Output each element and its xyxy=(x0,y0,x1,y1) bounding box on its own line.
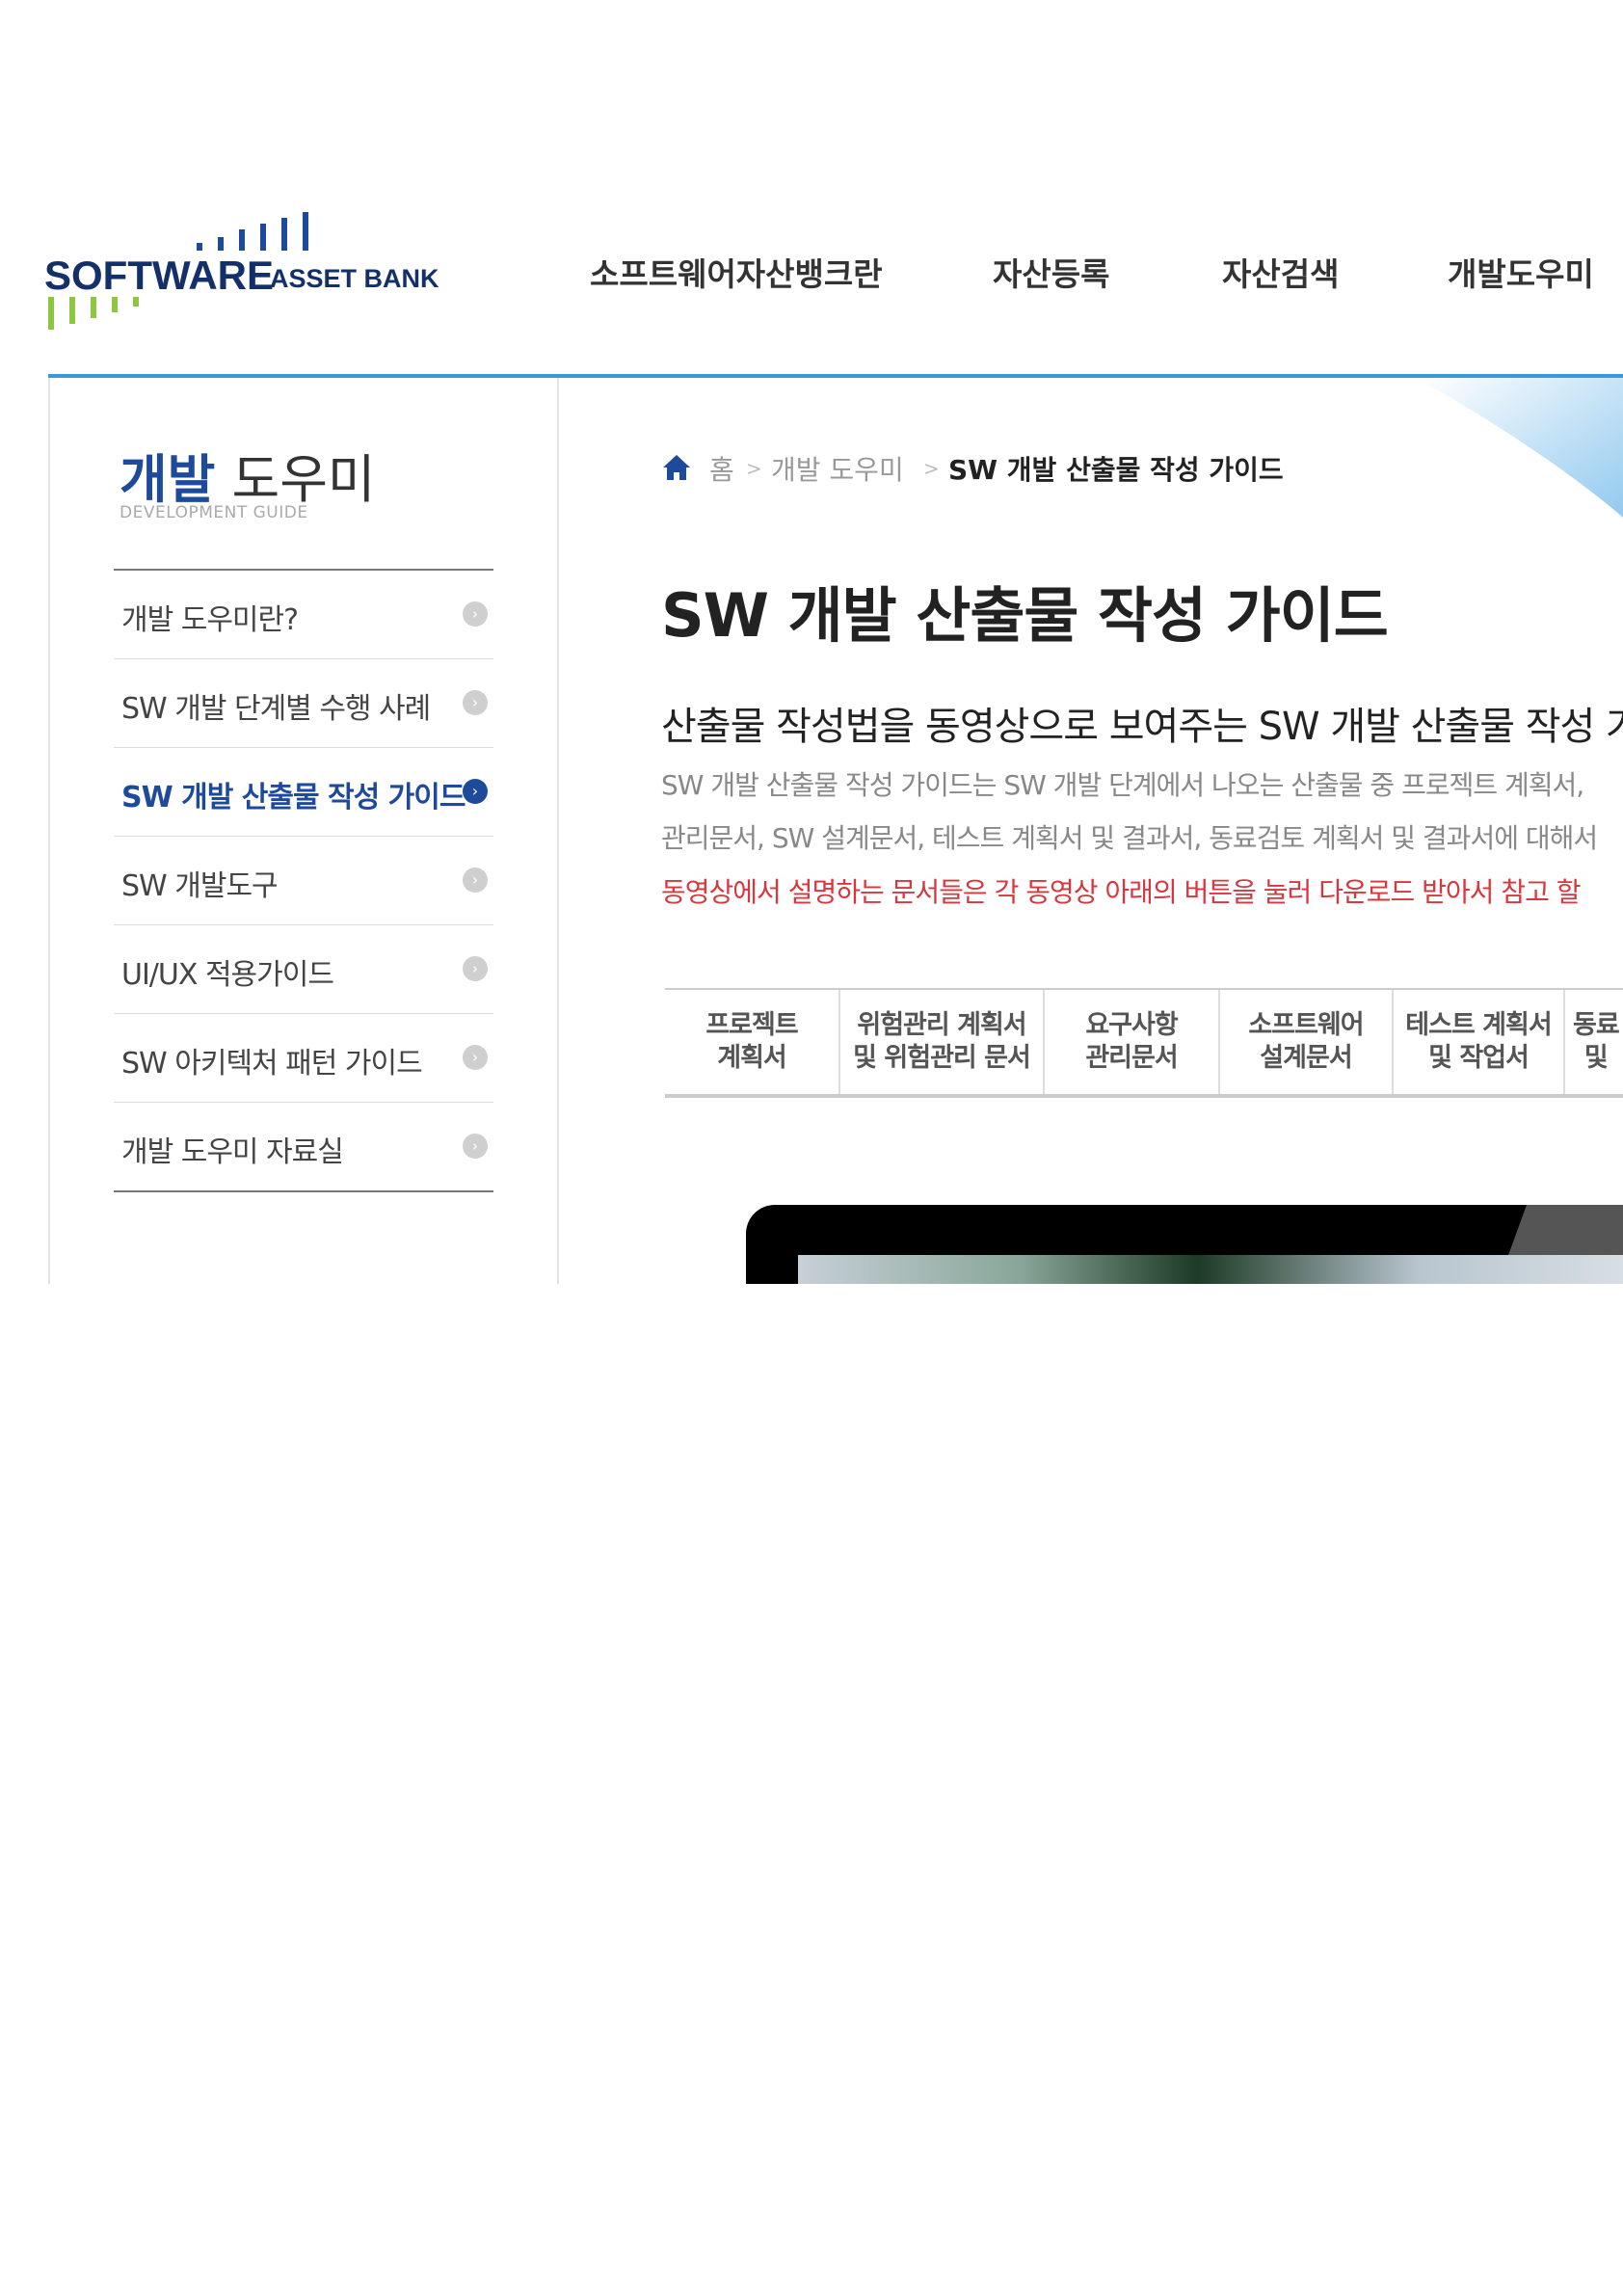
sidebar-title-rest: 도우미 xyxy=(215,449,376,510)
sidebar-menu: 개발 도우미란? › SW 개발 단계별 수행 사례 › SW 개발 산출물 작… xyxy=(114,569,493,1192)
breadcrumb-separator-icon: > xyxy=(923,457,940,480)
sidebar-item-dev-tools[interactable]: SW 개발도구 › xyxy=(114,837,493,925)
breadcrumb-section[interactable]: 개발 도우미 xyxy=(771,449,904,488)
document-tabs: 프로젝트 계획서 위험관리 계획서 및 위험관리 문서 요구사항 관리문서 소프… xyxy=(665,988,1623,1098)
sidebar-item-stage-cases[interactable]: SW 개발 단계별 수행 사례 › xyxy=(114,659,493,748)
tab-test-plan[interactable]: 테스트 계획서 및 작업서 xyxy=(1394,990,1565,1094)
sidebar-item-label: 개발 도우미란? xyxy=(121,603,299,637)
home-icon[interactable] xyxy=(661,453,692,482)
sidebar-item-architecture-guide[interactable]: SW 아키텍처 패턴 가이드 › xyxy=(114,1014,493,1103)
page-viewport: SOFTWARE ASSET BANK 소프트웨어자산뱅크란 자산등록 자산검색… xyxy=(0,0,1623,1284)
tab-requirements[interactable]: 요구사항 관리문서 xyxy=(1045,990,1220,1094)
sidebar-subtitle: DEVELOPMENT GUIDE xyxy=(120,503,308,522)
description-line-2: 관리문서, SW 설계문서, 테스트 계획서 및 결과서, 동료검토 계획서 및… xyxy=(661,822,1598,854)
sidebar-item-about[interactable]: 개발 도우미란? › xyxy=(114,571,493,659)
download-notice: 동영상에서 설명하는 문서들은 각 동영상 아래의 버튼을 눌러 다운로드 받아… xyxy=(661,876,1582,908)
tab-label: 위험관리 계획서 및 위험관리 문서 xyxy=(853,1010,1031,1073)
description-line-1: SW 개발 산출물 작성 가이드는 SW 개발 단계에서 나오는 산출물 중 프… xyxy=(661,769,1584,801)
logo-wordmark: SOFTWARE xyxy=(44,253,274,298)
decorative-swoosh xyxy=(1417,378,1623,518)
gnb-item-about[interactable]: 소프트웨어자산뱅크란 xyxy=(590,249,883,295)
site-logo[interactable]: SOFTWARE ASSET BANK xyxy=(44,212,439,330)
chevron-right-icon: › xyxy=(463,690,488,715)
chevron-right-icon: › xyxy=(463,956,488,981)
gnb-item-search[interactable]: 자산검색 xyxy=(1222,249,1339,295)
tab-label: 소프트웨어 설계문서 xyxy=(1248,1010,1364,1073)
tab-label: 요구사항 관리문서 xyxy=(1085,1010,1178,1073)
tab-label: 프로젝트 계획서 xyxy=(705,1010,798,1073)
sidebar-item-label: SW 아키텍처 패턴 가이드 xyxy=(121,1047,423,1081)
gnb-item-dev-helper[interactable]: 개발도우미 xyxy=(1448,249,1594,295)
tab-software-design[interactable]: 소프트웨어 설계문서 xyxy=(1220,990,1394,1094)
sidebar-title-strong: 개발 xyxy=(120,449,216,510)
tab-peer-review[interactable]: 동료 및 xyxy=(1565,990,1623,1094)
section-heading: 산출물 작성법을 동영상으로 보여주는 SW 개발 산출물 작성 가이 xyxy=(661,705,1623,749)
gnb-item-register[interactable]: 자산등록 xyxy=(993,249,1109,295)
video-player[interactable] xyxy=(746,1205,1623,1284)
tab-project-plan[interactable]: 프로젝트 계획서 xyxy=(665,990,840,1094)
tab-label: 동료 및 xyxy=(1573,1010,1620,1073)
chevron-right-icon: › xyxy=(463,1134,488,1159)
sidebar-item-uiux-guide[interactable]: UI/UX 적용가이드 › xyxy=(114,925,493,1014)
sidebar-item-label: SW 개발 단계별 수행 사례 xyxy=(121,692,431,726)
sidebar-item-library[interactable]: 개발 도우미 자료실 › xyxy=(114,1103,493,1192)
chevron-right-icon: › xyxy=(463,868,488,893)
logo-bars-bottom-icon xyxy=(48,297,139,330)
breadcrumb-current: SW 개발 산출물 작성 가이드 xyxy=(948,454,1284,486)
chevron-right-icon: › xyxy=(463,779,488,804)
sidebar-item-label: SW 개발도구 xyxy=(121,869,279,903)
video-frame-gloss xyxy=(1508,1205,1623,1255)
breadcrumb-separator-icon: > xyxy=(746,457,762,480)
chevron-right-icon: › xyxy=(463,1045,488,1070)
sidebar-title: 개발 도우미 xyxy=(120,437,376,513)
chevron-right-icon: › xyxy=(463,601,488,627)
logo-subtitle: ASSET BANK xyxy=(270,264,439,293)
sidebar-item-label: 개발 도우미 자료실 xyxy=(121,1135,344,1169)
page-title: SW 개발 산출물 작성 가이드 xyxy=(661,580,1389,651)
tab-label: 테스트 계획서 및 작업서 xyxy=(1405,1010,1552,1073)
video-thumbnail xyxy=(798,1255,1623,1284)
sidebar-item-output-guide[interactable]: SW 개발 산출물 작성 가이드 › xyxy=(114,748,493,837)
tab-risk-management[interactable]: 위험관리 계획서 및 위험관리 문서 xyxy=(840,990,1045,1094)
sidebar-item-label: UI/UX 적용가이드 xyxy=(121,958,334,992)
logo-bars-top-icon xyxy=(197,212,308,251)
sidebar-item-label: SW 개발 산출물 작성 가이드 xyxy=(121,781,466,814)
breadcrumb-home[interactable]: 홈 xyxy=(709,449,734,488)
